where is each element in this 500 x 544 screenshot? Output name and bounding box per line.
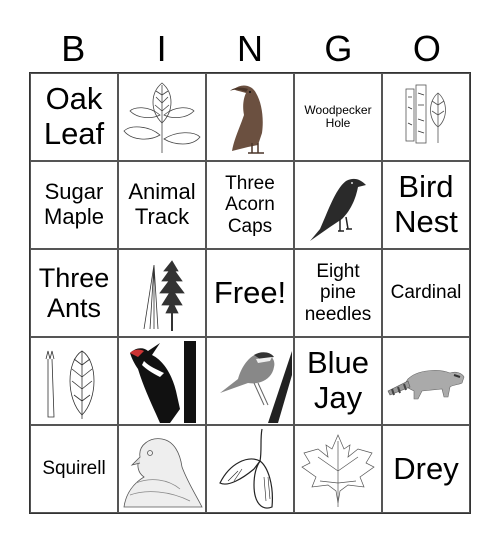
cell-label: Animal Track xyxy=(128,179,196,229)
bingo-cell[interactable]: Three Acorn Caps xyxy=(206,161,294,249)
bingo-cell[interactable]: Sugar Maple xyxy=(30,161,118,249)
bingo-cell[interactable]: Bird Nest xyxy=(382,161,470,249)
twig-leaf-icon xyxy=(45,350,95,419)
maple-leaf-icon xyxy=(301,434,375,507)
header-letter-g: G xyxy=(324,28,353,69)
bingo-header: B I N G O xyxy=(29,26,471,72)
header-letter-b: B xyxy=(61,28,86,69)
crow-black-icon xyxy=(310,178,366,241)
bingo-cell[interactable] xyxy=(294,161,382,249)
bingo-cell[interactable] xyxy=(382,337,470,425)
bingo-cell[interactable]: Cardinal xyxy=(382,249,470,337)
bingo-cell[interactable] xyxy=(30,337,118,425)
bingo-cell[interactable] xyxy=(206,73,294,161)
raccoon-icon xyxy=(387,370,465,400)
bingo-cell[interactable]: Oak Leaf xyxy=(30,73,118,161)
bingo-cell[interactable] xyxy=(382,73,470,161)
bingo-cell[interactable]: Woodpecker Hole xyxy=(294,73,382,161)
cell-label: Bird Nest xyxy=(394,169,458,239)
cell-label: Blue Jay xyxy=(306,345,370,415)
maple-seed-icon xyxy=(219,428,273,509)
cell-label: Eight pine needles xyxy=(304,261,372,325)
bingo-cell[interactable]: Free! xyxy=(206,249,294,337)
bingo-cell[interactable]: Squirell xyxy=(30,425,118,513)
cell-label: Sugar Maple xyxy=(44,179,104,229)
bingo-cell[interactable]: Animal Track xyxy=(118,161,206,249)
birch-bark-leaf-icon xyxy=(405,84,446,144)
crow-brown-icon xyxy=(230,85,264,154)
cell-label: Drey xyxy=(393,450,459,486)
cell-label: Three Acorn Caps xyxy=(225,173,275,237)
bingo-cell[interactable] xyxy=(206,425,294,513)
bingo-cell[interactable]: Eight pine needles xyxy=(294,249,382,337)
bingo-cell[interactable] xyxy=(118,73,206,161)
header-letter-i: I xyxy=(156,28,167,69)
cell-label: Squirell xyxy=(42,458,106,480)
pileated-woodpecker-icon xyxy=(130,341,196,423)
bingo-cell[interactable] xyxy=(118,337,206,425)
bingo-cell[interactable]: Three Ants xyxy=(30,249,118,337)
bingo-cell[interactable]: Blue Jay xyxy=(294,337,382,425)
grouse-head-icon xyxy=(123,438,203,508)
cell-label: Woodpecker Hole xyxy=(304,102,372,130)
bingo-cell[interactable] xyxy=(118,425,206,513)
pine-tree-needles-icon xyxy=(143,260,185,331)
compound-leaf-icon xyxy=(123,82,201,153)
cell-label: Cardinal xyxy=(390,282,462,304)
bingo-cell[interactable] xyxy=(294,425,382,513)
bingo-cell[interactable] xyxy=(206,337,294,425)
bingo-grid: Oak Leaf Woodpecker Hole Sugar Maple Ani… xyxy=(29,72,471,514)
bingo-cell[interactable]: Drey xyxy=(382,425,470,513)
cell-label: Three Ants xyxy=(38,262,110,323)
header-letter-o: O xyxy=(412,28,441,69)
sparrow-icon xyxy=(220,351,292,423)
bingo-cell[interactable] xyxy=(118,249,206,337)
free-space-label: Free! xyxy=(213,274,287,310)
header-letter-n: N xyxy=(237,28,264,69)
cell-label: Oak Leaf xyxy=(43,81,105,151)
